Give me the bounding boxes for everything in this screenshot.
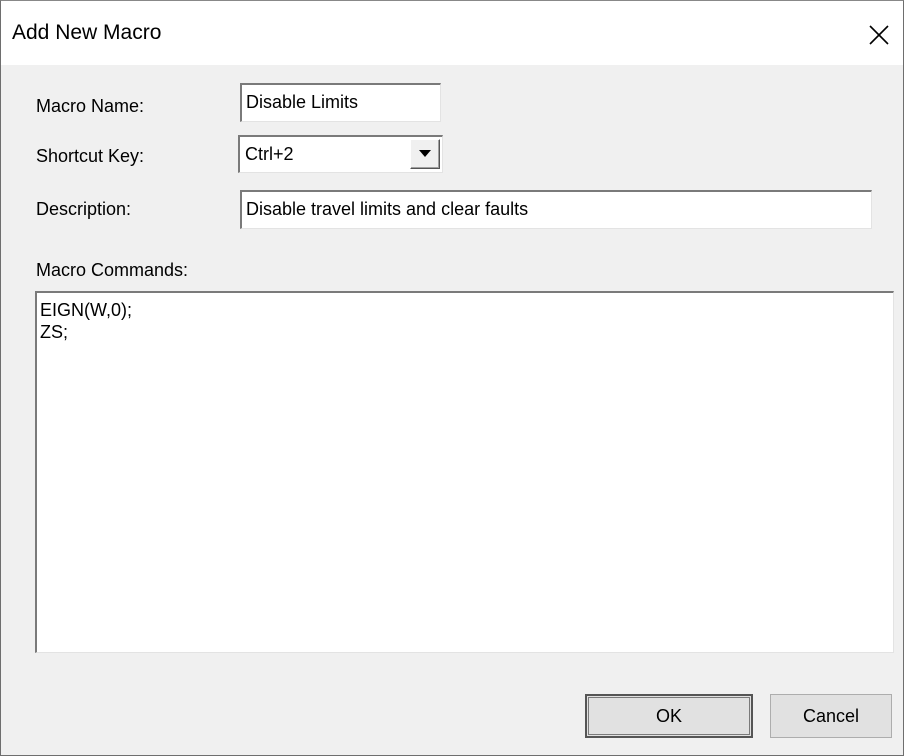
shortcut-key-select[interactable]: Ctrl+2	[238, 135, 443, 173]
close-button[interactable]	[857, 15, 901, 55]
description-value: Disable travel limits and clear faults	[246, 199, 529, 219]
add-new-macro-dialog: Add New Macro Macro Name: Disable Limits…	[0, 0, 904, 756]
close-icon	[869, 25, 889, 45]
cancel-button[interactable]: Cancel	[770, 694, 892, 738]
shortcut-key-dropdown-button[interactable]	[410, 139, 440, 169]
ok-button[interactable]: OK	[585, 694, 753, 738]
description-label: Description:	[36, 199, 132, 219]
description-input[interactable]: Disable travel limits and clear faults	[240, 190, 872, 229]
macro-name-input[interactable]: Disable Limits	[240, 83, 441, 122]
chevron-down-icon	[419, 150, 431, 157]
macro-name-value: Disable Limits	[246, 92, 359, 112]
macro-commands-textarea[interactable]: EIGN(W,0); ZS;	[35, 291, 894, 653]
shortcut-key-label: Shortcut Key:	[36, 146, 145, 166]
window-title: Add New Macro	[12, 21, 162, 44]
macro-name-label: Macro Name:	[36, 96, 145, 116]
shortcut-key-value: Ctrl+2	[245, 144, 294, 164]
title-bar: Add New Macro	[1, 1, 903, 65]
command-line: ZS;	[40, 322, 69, 342]
command-line: EIGN(W,0);	[40, 300, 133, 320]
macro-commands-label: Macro Commands:	[36, 260, 189, 280]
